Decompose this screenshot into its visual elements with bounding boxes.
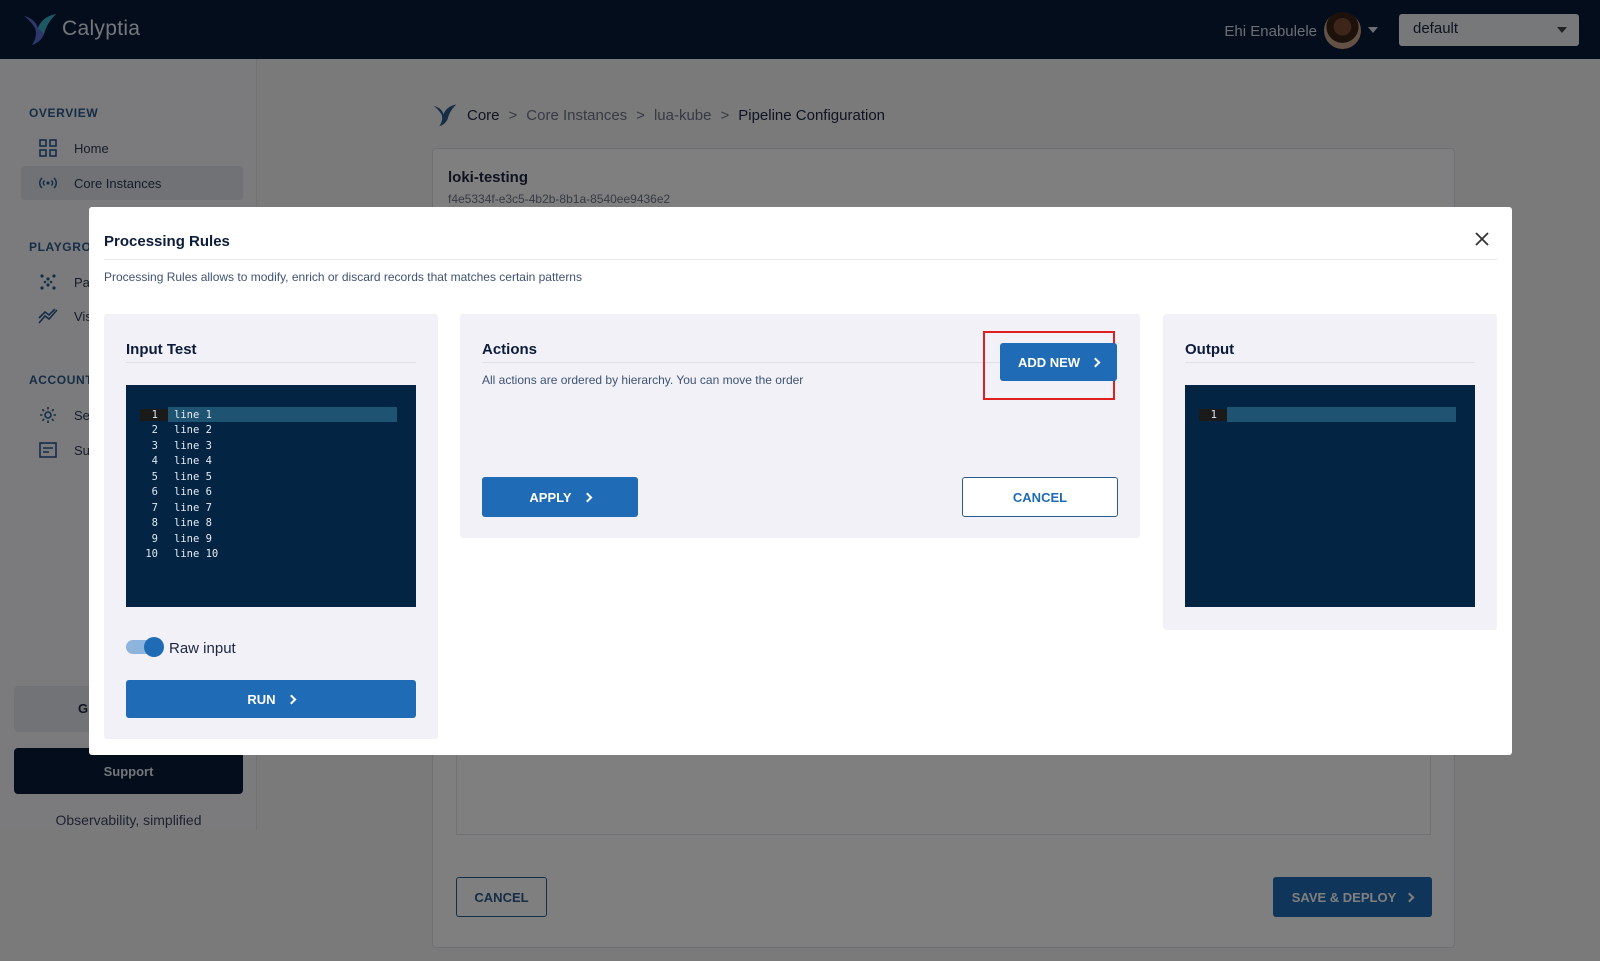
modal-divider: [104, 259, 1497, 260]
code-line: 7 line 7: [151, 501, 212, 514]
modal-description: Processing Rules allows to modify, enric…: [104, 270, 582, 284]
code-line: 9 line 9: [151, 532, 212, 545]
code-line: 10 line 10: [145, 547, 219, 560]
panel-divider: [126, 362, 416, 363]
apply-button[interactable]: APPLY: [482, 477, 638, 517]
panel-title: Input Test: [126, 341, 197, 358]
processing-rules-modal: Processing Rules Processing Rules allows…: [89, 207, 1512, 755]
raw-input-label: Raw input: [169, 640, 236, 657]
chevron-right-icon: [1090, 357, 1101, 367]
run-button[interactable]: RUN: [126, 680, 416, 718]
code-line: 3 line 3: [151, 439, 212, 452]
panel-title: Actions: [482, 341, 538, 358]
panel-divider: [1185, 362, 1475, 363]
input-test-panel: Input Test 1 line 1 2 line 2 3 line 3 4 line…: [104, 314, 438, 739]
code-line: 1 line 1: [140, 407, 397, 422]
panel-title: Output: [1185, 341, 1235, 358]
add-new-button[interactable]: ADD NEW: [1000, 343, 1117, 381]
cancel-button[interactable]: CANCEL: [962, 477, 1118, 517]
close-icon[interactable]: [1470, 227, 1494, 251]
code-line: 6 line 6: [151, 485, 212, 498]
chevron-right-icon: [582, 492, 593, 502]
code-line: 1: [1199, 407, 1456, 422]
code-line: 4 line 4: [151, 454, 212, 467]
code-line: 2 line 2: [151, 423, 212, 436]
toggle-knob: [144, 637, 164, 657]
panel-divider: [482, 362, 1002, 363]
add-new-label: ADD NEW: [1017, 354, 1081, 370]
output-code-viewer[interactable]: 1: [1185, 385, 1475, 607]
input-code-editor[interactable]: 1 line 1 2 line 2 3 line 3 4 line 4 5 line 5 …: [126, 385, 416, 607]
actions-panel: Actions All actions are ordered by hiera…: [460, 314, 1140, 538]
output-panel: Output 1: [1163, 314, 1497, 630]
chevron-right-icon: [286, 694, 297, 704]
run-label: RUN: [247, 691, 276, 707]
raw-input-toggle[interactable]: [126, 637, 164, 657]
modal-title: Processing Rules: [104, 233, 230, 250]
apply-label: APPLY: [529, 489, 572, 505]
code-line: 8 line 8: [151, 516, 212, 529]
actions-description: All actions are ordered by hierarchy. Yo…: [482, 373, 804, 387]
code-line: 5 line 5: [151, 470, 212, 483]
